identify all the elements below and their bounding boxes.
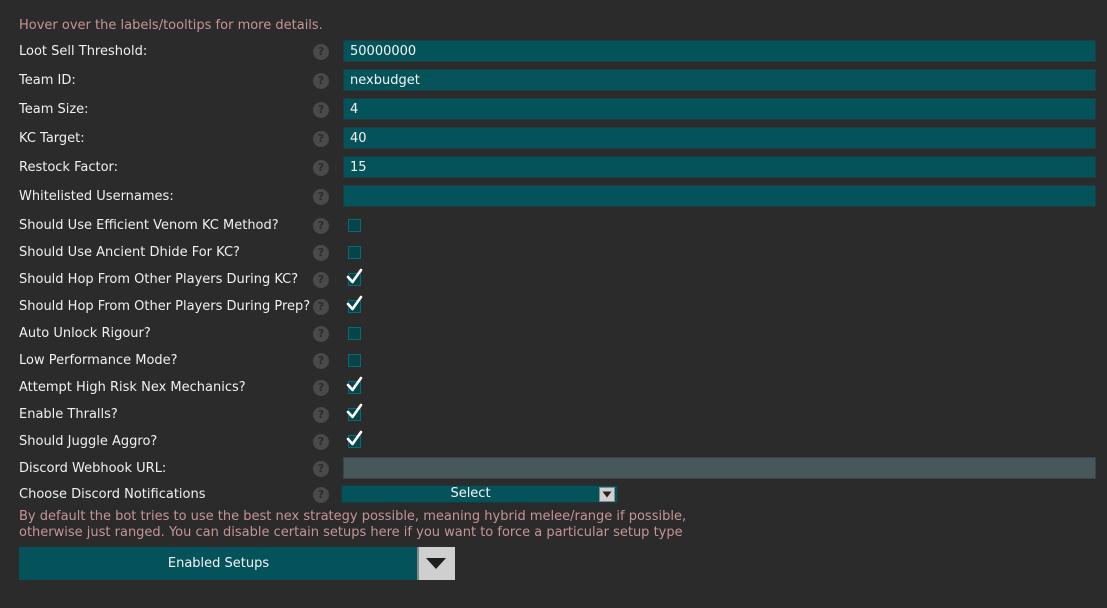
help-icon[interactable]: ? <box>313 407 329 423</box>
loot-sell-threshold-row: Loot Sell Threshold: ? <box>0 38 1107 65</box>
low-performance-label[interactable]: Low Performance Mode? <box>19 347 178 374</box>
juggle-aggro-row: Should Juggle Aggro? ? <box>0 428 1107 455</box>
auto-unlock-rigour-checkbox[interactable] <box>348 327 361 340</box>
setup-note-line-1: By default the bot tries to use the best… <box>19 509 687 524</box>
chevron-down-icon-shape <box>602 491 612 498</box>
high-risk-mechanics-row: Attempt High Risk Nex Mechanics? ? <box>0 374 1107 401</box>
help-icon[interactable]: ? <box>313 461 329 477</box>
team-id-label[interactable]: Team ID: <box>19 67 76 94</box>
efficient-venom-label[interactable]: Should Use Efficient Venom KC Method? <box>19 212 279 239</box>
discord-notifications-value: Select <box>450 486 491 501</box>
help-icon[interactable]: ? <box>313 326 329 342</box>
kc-target-label[interactable]: KC Target: <box>19 125 85 152</box>
hop-during-kc-row: Should Hop From Other Players During KC?… <box>0 266 1107 293</box>
whitelisted-usernames-label[interactable]: Whitelisted Usernames: <box>19 183 174 210</box>
enable-thralls-row: Enable Thralls? ? <box>0 401 1107 428</box>
discord-webhook-label[interactable]: Discord Webhook URL: <box>19 455 166 482</box>
chevron-down-icon[interactable] <box>599 487 615 502</box>
team-id-row: Team ID: ? <box>0 67 1107 94</box>
team-size-input[interactable] <box>343 98 1096 120</box>
restock-factor-label[interactable]: Restock Factor: <box>19 154 118 181</box>
hop-during-kc-label[interactable]: Should Hop From Other Players During KC? <box>19 266 298 293</box>
enable-thralls-label[interactable]: Enable Thralls? <box>19 401 118 428</box>
kc-target-input[interactable] <box>343 127 1096 149</box>
loot-sell-threshold-label[interactable]: Loot Sell Threshold: <box>19 38 147 65</box>
help-icon[interactable]: ? <box>313 353 329 369</box>
help-icon[interactable]: ? <box>313 487 329 503</box>
help-icon[interactable]: ? <box>313 102 329 118</box>
discord-webhook-input[interactable] <box>343 457 1096 479</box>
hop-during-prep-label[interactable]: Should Hop From Other Players During Pre… <box>19 293 310 320</box>
restock-factor-input[interactable] <box>343 156 1096 178</box>
low-performance-checkbox[interactable] <box>348 354 361 367</box>
setup-note: By default the bot tries to use the best… <box>19 509 719 541</box>
hop-during-prep-row: Should Hop From Other Players During Pre… <box>0 293 1107 320</box>
help-icon[interactable]: ? <box>313 73 329 89</box>
efficient-venom-row: Should Use Efficient Venom KC Method? ? <box>0 212 1107 239</box>
help-icon[interactable]: ? <box>313 131 329 147</box>
discord-webhook-row: Discord Webhook URL: ? <box>0 455 1107 482</box>
help-icon[interactable]: ? <box>313 189 329 205</box>
discord-notifications-select[interactable]: Select <box>341 485 618 503</box>
enabled-setups-dropdown[interactable]: Enabled Setups <box>19 547 455 580</box>
auto-unlock-rigour-label[interactable]: Auto Unlock Rigour? <box>19 320 151 347</box>
checkmark-icon <box>346 268 363 284</box>
checkmark-icon <box>346 295 363 311</box>
kc-target-row: KC Target: ? <box>0 125 1107 152</box>
loot-sell-threshold-input[interactable] <box>343 40 1096 62</box>
restock-factor-row: Restock Factor: ? <box>0 154 1107 181</box>
checkmark-icon <box>346 430 363 446</box>
help-icon[interactable]: ? <box>313 299 329 315</box>
team-id-input[interactable] <box>343 69 1096 91</box>
ancient-dhide-label[interactable]: Should Use Ancient Dhide For KC? <box>19 239 240 266</box>
auto-unlock-rigour-row: Auto Unlock Rigour? ? <box>0 320 1107 347</box>
help-icon[interactable]: ? <box>313 245 329 261</box>
hover-hint: Hover over the labels/tooltips for more … <box>19 18 323 33</box>
help-icon[interactable]: ? <box>313 218 329 234</box>
checkmark-icon <box>346 403 363 419</box>
team-size-label[interactable]: Team Size: <box>19 96 89 123</box>
efficient-venom-checkbox[interactable] <box>348 219 361 232</box>
help-icon[interactable]: ? <box>313 44 329 60</box>
whitelisted-usernames-row: Whitelisted Usernames: ? <box>0 183 1107 210</box>
checkmark-icon <box>346 376 363 392</box>
chevron-down-icon-shape <box>426 558 446 569</box>
setup-note-line-2: otherwise just ranged. You can disable c… <box>19 525 683 540</box>
enabled-setups-label: Enabled Setups <box>167 556 270 571</box>
juggle-aggro-label[interactable]: Should Juggle Aggro? <box>19 428 157 455</box>
whitelisted-usernames-input[interactable] <box>343 185 1096 207</box>
ancient-dhide-row: Should Use Ancient Dhide For KC? ? <box>0 239 1107 266</box>
ancient-dhide-checkbox[interactable] <box>348 246 361 259</box>
low-performance-row: Low Performance Mode? ? <box>0 347 1107 374</box>
team-size-row: Team Size: ? <box>0 96 1107 123</box>
chevron-down-icon[interactable] <box>417 547 455 580</box>
help-icon[interactable]: ? <box>313 380 329 396</box>
help-icon[interactable]: ? <box>313 160 329 176</box>
help-icon[interactable]: ? <box>313 272 329 288</box>
discord-notifications-label[interactable]: Choose Discord Notifications <box>19 481 206 508</box>
high-risk-mechanics-label[interactable]: Attempt High Risk Nex Mechanics? <box>19 374 246 401</box>
help-icon[interactable]: ? <box>313 434 329 450</box>
